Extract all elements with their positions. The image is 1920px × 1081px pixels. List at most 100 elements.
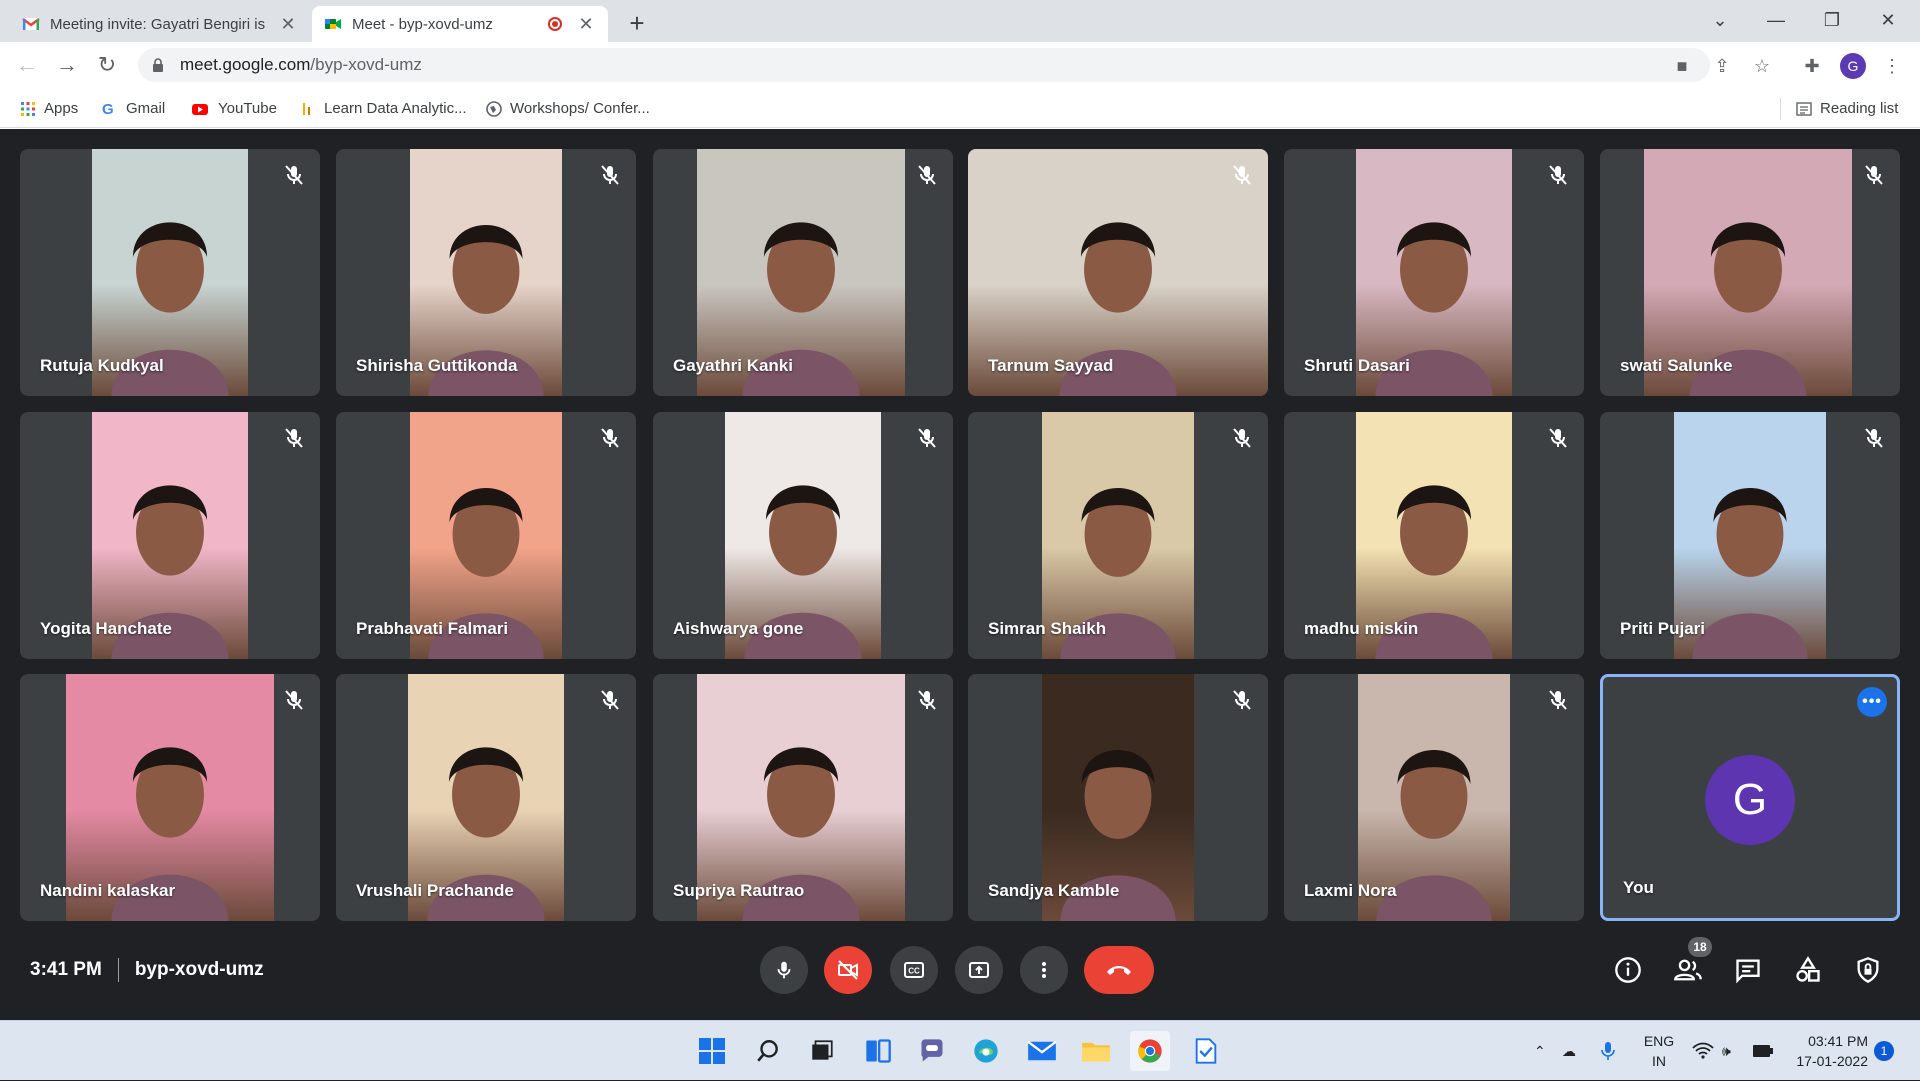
participant-tile[interactable]: Supriya Rautrao — [653, 674, 953, 921]
widgets-button[interactable] — [858, 1031, 898, 1071]
bookmark-gmail[interactable]: G Gmail — [102, 100, 165, 118]
bookmark-star-icon[interactable]: ☆ — [1750, 54, 1774, 78]
app-button[interactable] — [1186, 1031, 1226, 1071]
search-button[interactable] — [748, 1031, 788, 1071]
meeting-details-button[interactable] — [1608, 950, 1648, 990]
back-icon[interactable]: ← — [12, 50, 42, 80]
bookmark-label: Apps — [44, 100, 79, 117]
start-button[interactable] — [692, 1031, 732, 1071]
self-tile[interactable]: G ••• You — [1600, 674, 1900, 921]
participant-tile[interactable]: Shirisha Guttikonda — [336, 149, 636, 396]
self-avatar: G — [1705, 755, 1795, 845]
clock-date: 17-01-2022 — [1796, 1053, 1868, 1069]
mic-muted-icon — [1549, 165, 1567, 185]
participant-tile[interactable]: Gayathri Kanki — [653, 149, 953, 396]
minimize-icon[interactable]: — — [1748, 0, 1804, 40]
more-options-icon[interactable]: ••• — [1857, 687, 1887, 717]
participant-tile[interactable]: Yogita Hanchate — [20, 412, 320, 659]
mic-muted-icon — [918, 690, 936, 710]
reload-icon[interactable]: ↻ — [92, 50, 122, 80]
more-options-button[interactable] — [1020, 946, 1068, 994]
participant-tile[interactable]: swati Salunke — [1600, 149, 1900, 396]
close-tab-icon[interactable]: ✕ — [576, 14, 596, 35]
input-language[interactable]: ENG IN — [1640, 1031, 1678, 1071]
system-clock[interactable]: 03:41 PM 17-01-2022 — [1788, 1031, 1868, 1071]
participant-tile[interactable]: Shruti Dasari — [1284, 149, 1584, 396]
profile-avatar[interactable]: G — [1840, 53, 1866, 79]
participant-tile[interactable]: Prabhavati Falmari — [336, 412, 636, 659]
participant-tile[interactable]: Rutuja Kudkyal — [20, 149, 320, 396]
participant-name: Aishwarya gone — [673, 619, 804, 638]
chrome-button[interactable] — [1130, 1031, 1170, 1071]
participant-tile[interactable]: Simran Shaikh — [968, 412, 1268, 659]
battery-icon[interactable] — [1752, 1021, 1774, 1081]
participant-tile[interactable]: Vrushali Prachande — [336, 674, 636, 921]
captions-button[interactable]: CC — [890, 946, 938, 994]
restore-icon[interactable]: ❐ — [1804, 0, 1860, 40]
tab-gmail[interactable]: Meeting invite: Gayatri Bengiri is ✕ — [10, 6, 310, 42]
participant-tile[interactable]: Aishwarya gone — [653, 412, 953, 659]
info-icon — [1615, 957, 1641, 983]
participant-tile[interactable]: Nandini kalaskar — [20, 674, 320, 921]
wifi-icon[interactable] — [1692, 1021, 1714, 1081]
participant-name: Nandini kalaskar — [40, 881, 176, 900]
leave-call-button[interactable] — [1084, 946, 1154, 994]
tab-meet[interactable]: Meet - byp-xovd-umz ✕ — [312, 6, 608, 42]
extensions-icon[interactable]: ✚ — [1800, 54, 1824, 78]
edge-icon — [974, 1039, 998, 1063]
microphone-button[interactable] — [760, 946, 808, 994]
onedrive-icon[interactable]: ☁ — [1562, 1021, 1576, 1081]
shield-lock-icon — [1857, 957, 1879, 983]
camera-off-button[interactable] — [824, 946, 872, 994]
share-icon[interactable]: ⇪ — [1710, 54, 1734, 78]
tray-expand-icon[interactable]: ⌃ — [1534, 1021, 1546, 1081]
tab-search-icon[interactable]: ⌄ — [1692, 0, 1748, 40]
youtube-icon — [192, 103, 208, 115]
bookmark-learn-data[interactable]: Learn Data Analytic... — [300, 100, 467, 117]
reading-list-button[interactable]: Reading list — [1796, 100, 1898, 117]
notification-badge[interactable]: 1 — [1874, 1041, 1894, 1061]
participant-tile[interactable]: Priti Pujari — [1600, 412, 1900, 659]
hang-up-icon — [1107, 966, 1131, 975]
mic-muted-icon — [1865, 165, 1883, 185]
participant-name: Prabhavati Falmari — [356, 619, 509, 638]
teams-chat-button[interactable] — [912, 1031, 952, 1071]
clock-time: 03:41 PM — [1808, 1033, 1868, 1049]
mail-button[interactable] — [1022, 1031, 1062, 1071]
bookmarks-bar: Apps G Gmail YouTube Learn Data Analytic… — [0, 92, 1920, 128]
host-controls-button[interactable] — [1848, 950, 1888, 990]
camera-blocked-icon[interactable]: ■ — [1670, 54, 1694, 78]
browser-window: Meeting invite: Gayatri Bengiri is ✕ Mee… — [0, 0, 1920, 129]
volume-icon[interactable]: 🕪 — [1722, 1021, 1731, 1081]
tab-strip: Meeting invite: Gayatri Bengiri is ✕ Mee… — [0, 0, 1920, 42]
activities-button[interactable] — [1788, 950, 1828, 990]
participant-name: Sandjya Kamble — [988, 881, 1120, 900]
present-screen-button[interactable] — [955, 946, 1003, 994]
participant-name: Simran Shaikh — [988, 619, 1107, 638]
mic-muted-icon — [1549, 690, 1567, 710]
participant-tile[interactable]: madhu miskin — [1284, 412, 1584, 659]
bookmark-workshops[interactable]: Workshops/ Confer... — [486, 100, 650, 117]
edge-button[interactable] — [966, 1031, 1006, 1071]
file-explorer-button[interactable] — [1076, 1031, 1116, 1071]
bookmark-apps[interactable]: Apps — [20, 100, 78, 117]
participant-tile[interactable]: Tarnum Sayyad — [968, 149, 1268, 396]
url-path: /byp-xovd-umz — [310, 55, 422, 74]
address-bar[interactable]: meet.google.com/byp-xovd-umz — [138, 48, 1710, 82]
chat-button[interactable] — [1728, 950, 1768, 990]
new-tab-button[interactable]: + — [622, 8, 652, 39]
participant-name: Supriya Rautrao — [673, 881, 805, 900]
mic-muted-icon — [1233, 428, 1251, 448]
menu-icon[interactable]: ⋮ — [1880, 54, 1904, 78]
close-window-icon[interactable]: ✕ — [1860, 0, 1916, 40]
mic-muted-icon — [285, 690, 303, 710]
mic-tray-icon[interactable] — [1600, 1021, 1616, 1081]
participant-name: Laxmi Nora — [1304, 881, 1397, 900]
forward-icon[interactable]: → — [52, 50, 82, 80]
bookmark-youtube[interactable]: YouTube — [190, 100, 277, 117]
task-view-button[interactable] — [802, 1031, 842, 1071]
close-tab-icon[interactable]: ✕ — [278, 14, 298, 35]
participant-tile[interactable]: Laxmi Nora — [1284, 674, 1584, 921]
chrome-icon — [1138, 1039, 1162, 1063]
participant-tile[interactable]: Sandjya Kamble — [968, 674, 1268, 921]
